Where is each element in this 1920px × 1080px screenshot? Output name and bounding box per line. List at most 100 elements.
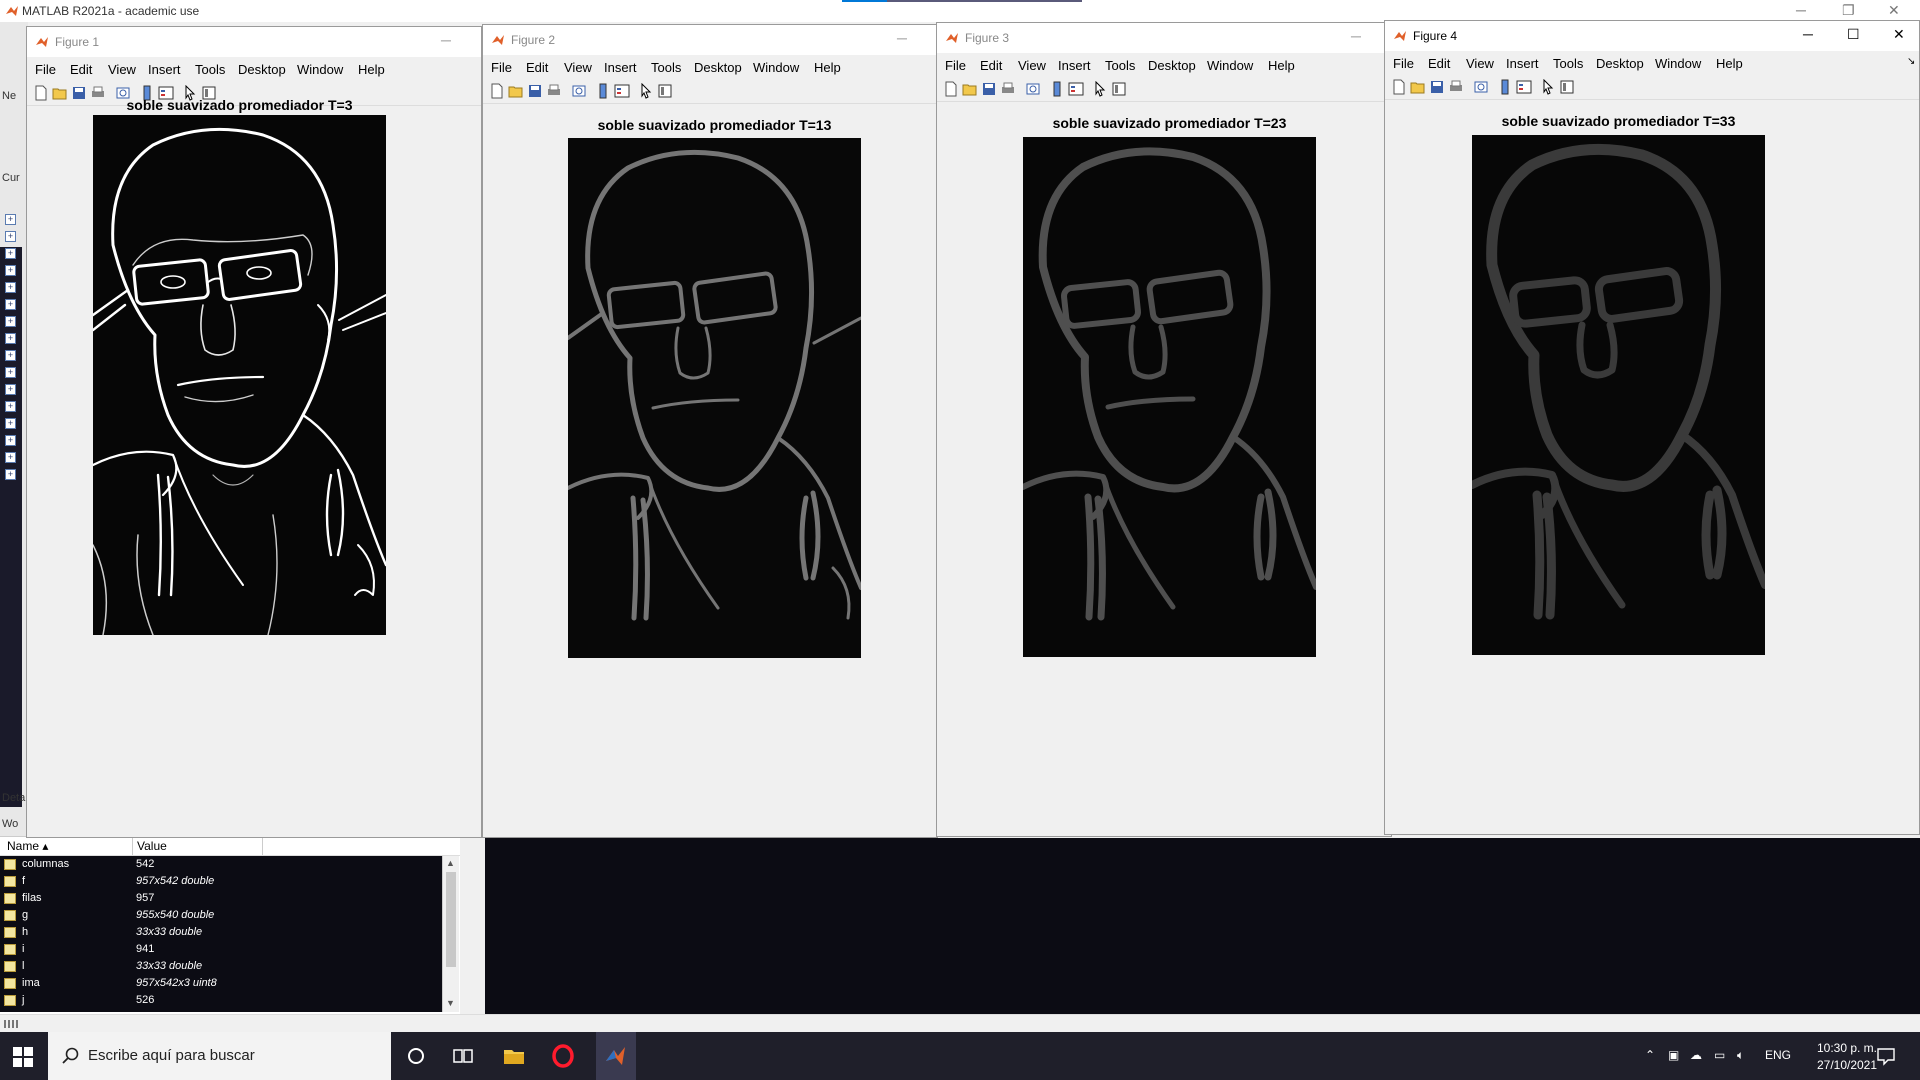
column-divider[interactable] bbox=[132, 837, 133, 855]
menu-edit[interactable]: Edit bbox=[70, 62, 92, 77]
colorbar-icon[interactable] bbox=[596, 83, 612, 99]
figure-title-bar[interactable]: Figure 3 ─ bbox=[937, 23, 1391, 53]
menu-view[interactable]: View bbox=[108, 62, 136, 77]
file-explorer-icon[interactable] bbox=[502, 1044, 526, 1068]
save-icon[interactable] bbox=[981, 81, 997, 97]
minimize-icon[interactable]: ─ bbox=[441, 32, 451, 48]
tray-device-icon[interactable]: ▣ bbox=[1668, 1048, 1679, 1062]
open-file-icon[interactable] bbox=[52, 85, 68, 101]
save-icon[interactable] bbox=[527, 83, 543, 99]
workspace-row[interactable]: j 526 bbox=[0, 992, 442, 1009]
menu-insert[interactable]: Insert bbox=[148, 62, 181, 77]
property-editor-icon[interactable] bbox=[1559, 79, 1575, 95]
workspace-row[interactable]: columnas 542 bbox=[0, 856, 442, 873]
minimize-icon[interactable]: ─ bbox=[1796, 2, 1806, 18]
opera-browser-icon[interactable] bbox=[551, 1044, 575, 1068]
menu-desktop[interactable]: Desktop bbox=[1148, 58, 1196, 73]
menu-window[interactable]: Window bbox=[753, 60, 799, 75]
toolbar-collapse-icon[interactable]: ↘ bbox=[1907, 56, 1915, 67]
menu-tools[interactable]: Tools bbox=[1105, 58, 1135, 73]
pointer-icon[interactable] bbox=[1540, 79, 1556, 95]
tree-expand-icon[interactable]: + bbox=[5, 214, 16, 225]
figure-window-4[interactable]: Figure 4 ─ ☐ ✕ File Edit View Insert Too… bbox=[1384, 20, 1920, 835]
menu-view[interactable]: View bbox=[1466, 56, 1494, 71]
figure-window-3[interactable]: Figure 3 ─ File Edit View Insert Tools D… bbox=[936, 22, 1392, 837]
tree-expand-icon[interactable]: + bbox=[5, 367, 16, 378]
column-header-name[interactable]: Name ▴ bbox=[7, 839, 48, 853]
onedrive-icon[interactable]: ☁ bbox=[1690, 1048, 1702, 1062]
new-figure-icon[interactable] bbox=[489, 83, 505, 99]
taskbar-search-box[interactable]: Escribe aquí para buscar bbox=[48, 1032, 391, 1080]
figure-title-bar[interactable]: Figure 1 ─ bbox=[27, 27, 481, 57]
column-divider[interactable] bbox=[262, 837, 263, 855]
colorbar-icon[interactable] bbox=[1498, 79, 1514, 95]
tree-expand-icon[interactable]: + bbox=[5, 469, 16, 480]
close-icon[interactable]: ✕ bbox=[1888, 2, 1900, 19]
menu-edit[interactable]: Edit bbox=[526, 60, 548, 75]
tree-expand-icon[interactable]: + bbox=[5, 265, 16, 276]
tree-expand-icon[interactable]: + bbox=[5, 350, 16, 361]
menu-edit[interactable]: Edit bbox=[1428, 56, 1450, 71]
windows-start-icon[interactable] bbox=[12, 1046, 34, 1068]
close-icon[interactable]: ✕ bbox=[1893, 26, 1905, 43]
open-file-icon[interactable] bbox=[1410, 79, 1426, 95]
tree-expand-icon[interactable]: + bbox=[5, 299, 16, 310]
legend-icon[interactable] bbox=[614, 83, 630, 99]
command-window[interactable] bbox=[485, 838, 1920, 1014]
tree-expand-icon[interactable]: + bbox=[5, 401, 16, 412]
workspace-scrollbar[interactable]: ▲ ▼ bbox=[442, 856, 459, 1012]
menu-view[interactable]: View bbox=[1018, 58, 1046, 73]
workspace-row[interactable]: i 941 bbox=[0, 941, 442, 958]
menu-insert[interactable]: Insert bbox=[604, 60, 637, 75]
restore-icon[interactable]: ❐ bbox=[1842, 2, 1855, 19]
tree-expand-icon[interactable]: + bbox=[5, 282, 16, 293]
link-plot-icon[interactable] bbox=[1025, 81, 1041, 97]
menu-file[interactable]: File bbox=[491, 60, 512, 75]
new-figure-icon[interactable] bbox=[1391, 79, 1407, 95]
tree-expand-icon[interactable]: + bbox=[5, 418, 16, 429]
menu-help[interactable]: Help bbox=[1268, 58, 1295, 73]
menu-help[interactable]: Help bbox=[1716, 56, 1743, 71]
minimize-icon[interactable]: ─ bbox=[897, 30, 907, 46]
tree-expand-icon[interactable]: + bbox=[5, 231, 16, 242]
network-icon[interactable]: ▭ bbox=[1714, 1048, 1725, 1062]
menu-file[interactable]: File bbox=[35, 62, 56, 77]
menu-file[interactable]: File bbox=[1393, 56, 1414, 71]
maximize-icon[interactable]: ☐ bbox=[1847, 26, 1860, 43]
workspace-row[interactable]: h 33x33 double bbox=[0, 924, 442, 941]
language-indicator[interactable]: ENG bbox=[1765, 1048, 1791, 1062]
cortana-icon[interactable] bbox=[404, 1044, 428, 1068]
legend-icon[interactable] bbox=[1068, 81, 1084, 97]
menu-tools[interactable]: Tools bbox=[651, 60, 681, 75]
menu-desktop[interactable]: Desktop bbox=[1596, 56, 1644, 71]
tree-expand-icon[interactable]: + bbox=[5, 316, 16, 327]
workspace-row[interactable]: g 955x540 double bbox=[0, 907, 442, 924]
pointer-icon[interactable] bbox=[638, 83, 654, 99]
taskbar-clock[interactable]: 10:30 p. m. 27/10/2021 bbox=[1812, 1040, 1882, 1074]
workspace-row[interactable]: f 957x542 double bbox=[0, 873, 442, 890]
property-editor-icon[interactable] bbox=[657, 83, 673, 99]
menu-window[interactable]: Window bbox=[1655, 56, 1701, 71]
column-header-value[interactable]: Value bbox=[137, 839, 167, 853]
figure-window-2[interactable]: Figure 2 ─ File Edit View Insert Tools D… bbox=[482, 24, 938, 838]
menu-help[interactable]: Help bbox=[814, 60, 841, 75]
menu-desktop[interactable]: Desktop bbox=[694, 60, 742, 75]
menu-file[interactable]: File bbox=[945, 58, 966, 73]
open-file-icon[interactable] bbox=[962, 81, 978, 97]
scrollbar-thumb[interactable] bbox=[446, 872, 456, 967]
menu-tools[interactable]: Tools bbox=[195, 62, 225, 77]
workspace-row[interactable]: l 33x33 double bbox=[0, 958, 442, 975]
save-icon[interactable] bbox=[71, 85, 87, 101]
menu-edit[interactable]: Edit bbox=[980, 58, 1002, 73]
colorbar-icon[interactable] bbox=[1050, 81, 1066, 97]
new-figure-icon[interactable] bbox=[33, 85, 49, 101]
print-icon[interactable] bbox=[1000, 81, 1016, 97]
workspace-row[interactable]: filas 957 bbox=[0, 890, 442, 907]
menu-tools[interactable]: Tools bbox=[1553, 56, 1583, 71]
tray-chevron-icon[interactable]: ⌃ bbox=[1645, 1048, 1655, 1062]
menu-help[interactable]: Help bbox=[358, 62, 385, 77]
minimize-icon[interactable]: ─ bbox=[1803, 26, 1813, 42]
legend-icon[interactable] bbox=[1516, 79, 1532, 95]
tree-expand-icon[interactable]: + bbox=[5, 248, 16, 259]
matlab-taskbar-icon[interactable] bbox=[604, 1044, 628, 1068]
